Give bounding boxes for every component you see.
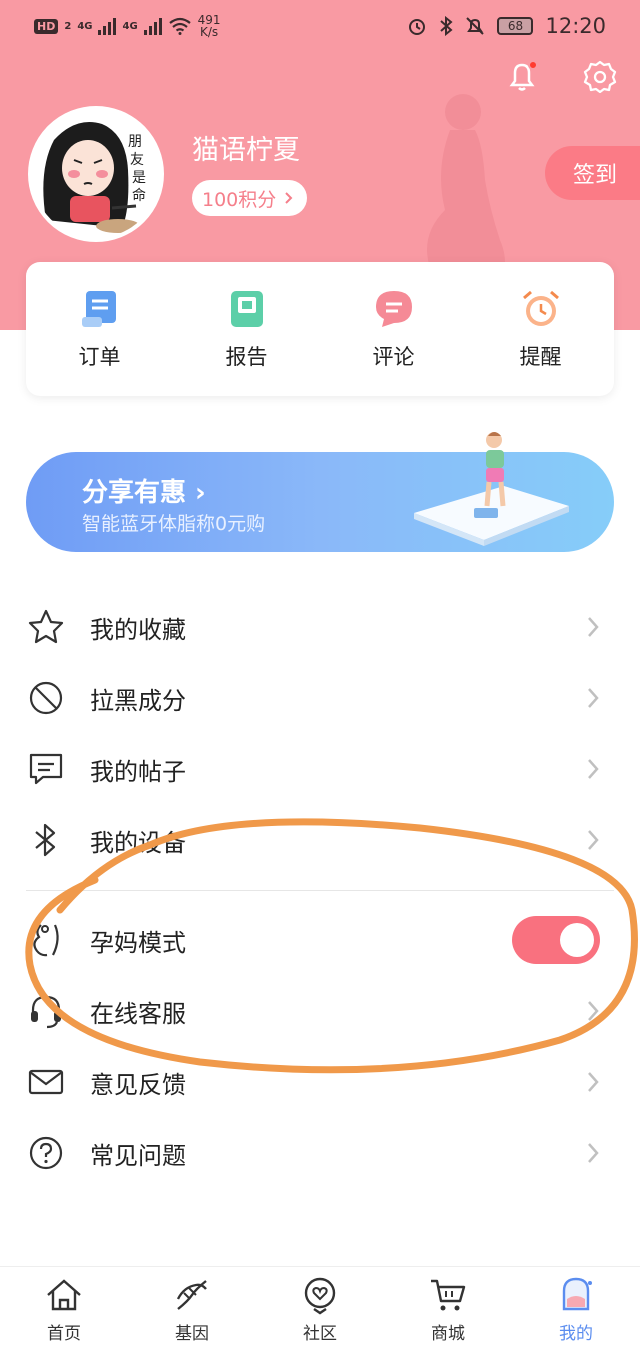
svg-text:命: 命	[132, 187, 146, 204]
tab-label: 社区	[303, 1323, 337, 1344]
star-icon	[26, 607, 66, 647]
alarm-status-icon	[409, 19, 426, 35]
menu-item-pregnancy-mode: 孕妈模式	[26, 910, 614, 970]
settings-button[interactable]	[578, 54, 622, 98]
menu-item-label: 孕妈模式	[90, 928, 186, 957]
comment-icon	[375, 291, 412, 327]
avatar[interactable]: 朋 友 是 命	[28, 106, 164, 242]
tab-label: 商城	[431, 1323, 465, 1344]
signal-label-1: 4G	[77, 20, 93, 32]
wifi-icon	[168, 17, 191, 35]
quick-actions-card: 订单 报告 评论 提醒	[26, 262, 614, 396]
net-speed: 491 K/s	[198, 14, 221, 38]
block-icon	[26, 678, 66, 718]
network-sub-label: 2	[64, 20, 72, 32]
bottom-tab-bar: 首页 基因 社区 商城 我的	[0, 1266, 640, 1351]
clock-time: 12:20	[545, 14, 606, 38]
points-label: 100积分	[202, 188, 277, 211]
avatar-illustration: 朋 友 是 命	[32, 110, 160, 238]
post-icon	[26, 749, 66, 789]
signal-icon-2	[143, 17, 162, 35]
mute-status-icon	[466, 17, 485, 35]
tab-label: 首页	[47, 1323, 81, 1344]
alarm-clock-icon	[522, 290, 559, 326]
quick-action-label: 提醒	[519, 345, 562, 369]
chevron-right-icon	[588, 759, 599, 779]
chevron-right-icon	[588, 1072, 599, 1092]
chevron-right-icon	[588, 688, 599, 708]
quick-action-comment[interactable]: 评论	[320, 262, 467, 396]
net-speed-unit: K/s	[200, 25, 219, 39]
chevron-right-icon	[285, 192, 293, 204]
pregnancy-mode-toggle[interactable]	[512, 916, 600, 964]
status-bar: HD 2 4G 4G 491 K/s 68 12:20	[0, 0, 640, 56]
toggle-knob	[560, 923, 594, 957]
notification-dot	[528, 60, 538, 70]
quick-action-reminder[interactable]: 提醒	[467, 262, 614, 396]
tab-label: 基因	[175, 1323, 209, 1344]
menu-item-my-posts[interactable]: 我的帖子	[26, 739, 614, 799]
menu-item-online-support[interactable]: 在线客服	[26, 981, 614, 1041]
gear-icon	[583, 60, 617, 93]
tab-gene[interactable]: 基因	[128, 1267, 256, 1351]
bluetooth-icon	[26, 820, 66, 860]
menu-item-label: 我的帖子	[90, 757, 186, 786]
menu-divider	[26, 890, 614, 891]
bluetooth-status-icon	[440, 16, 454, 36]
profile-page: HD 2 4G 4G 491 K/s 68 12:20 朋 友 是 命 猫语柠夏…	[0, 0, 640, 1351]
menu-item-label: 在线客服	[90, 999, 186, 1028]
chevron-right-icon	[588, 1001, 599, 1021]
tab-mine[interactable]: 我的	[512, 1267, 640, 1351]
home-icon	[47, 1278, 81, 1310]
quick-action-label: 评论	[372, 345, 415, 369]
svg-text:友: 友	[130, 152, 144, 168]
username: 猫语柠夏	[192, 135, 300, 166]
svg-text:朋: 朋	[128, 134, 142, 150]
menu-item-blocked-ingredients[interactable]: 拉黑成分	[26, 668, 614, 728]
menu-item-my-devices[interactable]: 我的设备	[26, 810, 614, 870]
network-hd-badge: HD	[34, 18, 59, 34]
profile-icon	[562, 1277, 592, 1310]
community-icon	[304, 1277, 336, 1314]
mail-icon	[26, 1062, 66, 1102]
headset-icon	[26, 991, 66, 1031]
signal-label-2: 4G	[122, 20, 138, 32]
tab-community[interactable]: 社区	[256, 1267, 384, 1351]
chevron-right-icon	[588, 617, 599, 637]
menu-item-label: 意见反馈	[90, 1070, 186, 1099]
menu-item-faq[interactable]: 常见问题	[26, 1123, 614, 1183]
menu-item-feedback[interactable]: 意见反馈	[26, 1052, 614, 1112]
svg-text:是: 是	[132, 170, 146, 186]
cart-icon	[431, 1279, 466, 1310]
tab-label: 我的	[559, 1323, 593, 1344]
signal-icon	[98, 17, 117, 35]
banner-subtitle: 智能蓝牙体脂称0元购	[82, 513, 266, 535]
quick-action-order[interactable]: 订单	[26, 262, 173, 396]
tab-home[interactable]: 首页	[0, 1267, 128, 1351]
battery-icon: 68	[497, 17, 534, 35]
checkin-button[interactable]: 签到	[545, 146, 640, 200]
menu-item-label: 拉黑成分	[90, 686, 186, 715]
report-icon	[230, 291, 263, 327]
menu-item-label: 我的收藏	[90, 615, 186, 644]
menu-item-favorites[interactable]: 我的收藏	[26, 597, 614, 657]
order-icon	[81, 291, 116, 327]
question-icon	[26, 1133, 66, 1173]
body-fat-scale-illustration	[414, 432, 569, 546]
notification-bell-button[interactable]	[500, 54, 544, 98]
points-button[interactable]: 100积分	[192, 180, 308, 216]
menu-item-label: 我的设备	[90, 828, 186, 857]
dna-icon	[176, 1279, 207, 1310]
pregnant-icon	[26, 920, 66, 960]
quick-action-report[interactable]: 报告	[173, 262, 320, 396]
chevron-right-icon	[588, 1143, 599, 1163]
quick-action-label: 报告	[225, 345, 268, 369]
chevron-right-icon	[588, 830, 599, 850]
quick-action-label: 订单	[78, 345, 121, 369]
banner-title: 分享有惠 ›	[82, 478, 206, 508]
menu-item-label: 常见问题	[90, 1141, 186, 1170]
tab-mall[interactable]: 商城	[384, 1267, 512, 1351]
